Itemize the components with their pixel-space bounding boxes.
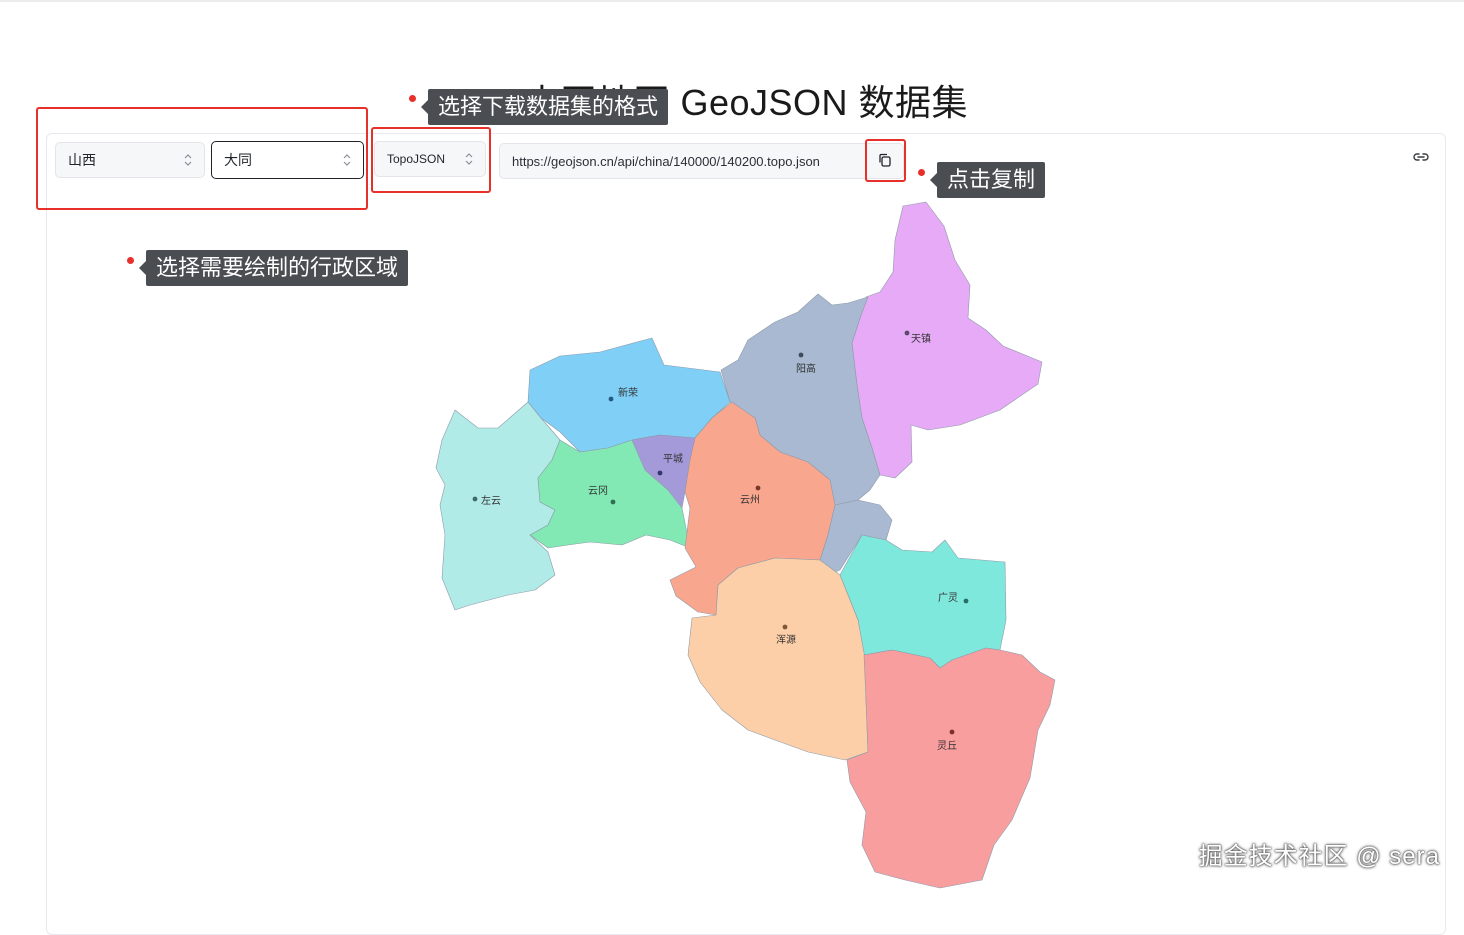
chevron-updown-icon (343, 154, 351, 166)
copy-icon (879, 153, 891, 167)
chevron-updown-icon (465, 153, 473, 165)
city-select[interactable]: 大同 (211, 141, 364, 179)
format-select[interactable]: TopoJSON (374, 141, 486, 177)
copy-url-button[interactable] (868, 142, 902, 178)
province-select-value: 山西 (68, 152, 96, 168)
city-select-value: 大同 (224, 152, 252, 168)
region-tip-dot (127, 257, 134, 264)
region-zuoyun[interactable] (435, 401, 561, 611)
province-select[interactable]: 山西 (55, 142, 205, 178)
copy-tip-dot (918, 169, 925, 176)
copy-tip: 点击复制 (929, 162, 1046, 198)
link-icon (1413, 153, 1429, 161)
format-tip-dot (409, 95, 416, 102)
dataset-url-text: https://geojson.cn/api/china/140000/1402… (512, 153, 820, 169)
watermark: 掘金技术社区 @ sera (1198, 843, 1440, 870)
chevron-updown-icon (184, 154, 192, 166)
top-divider (0, 0, 1464, 2)
link-button[interactable] (1410, 148, 1432, 166)
format-tip: 选择下载数据集的格式 (420, 89, 669, 125)
region-tip: 选择需要绘制的行政区域 (138, 250, 409, 286)
dataset-url-field[interactable]: https://geojson.cn/api/china/140000/1402… (499, 143, 904, 179)
page-title: 中国地图 GeoJSON 数据集 (523, 82, 969, 123)
format-select-value: TopoJSON (387, 152, 446, 166)
